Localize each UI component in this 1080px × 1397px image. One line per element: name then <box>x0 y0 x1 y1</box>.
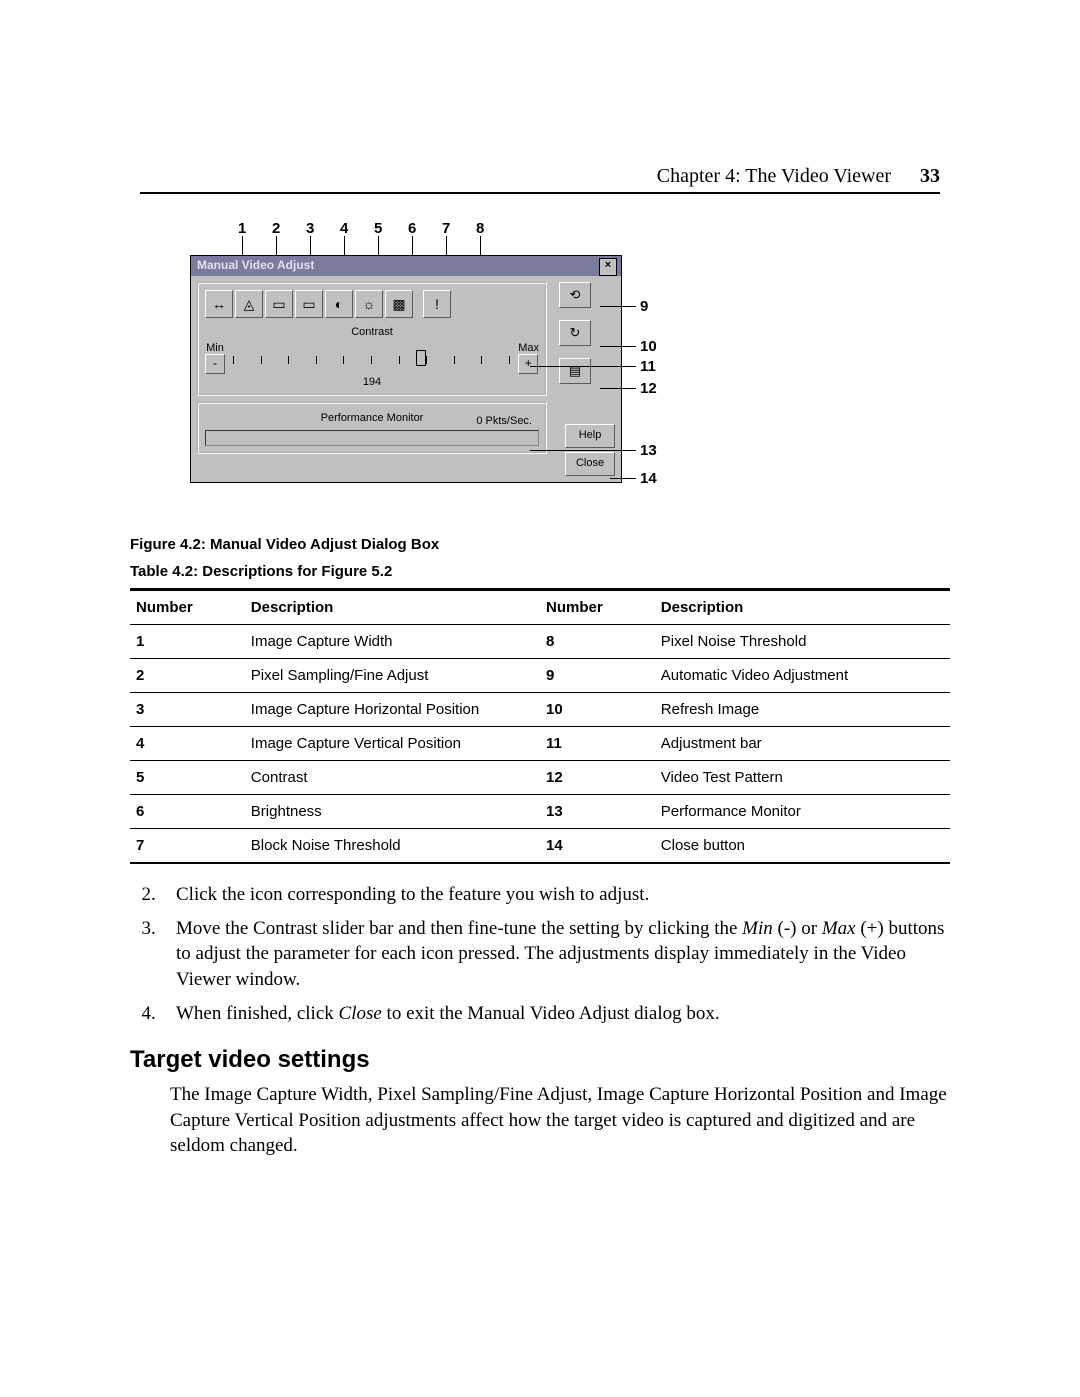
descriptions-table: Number Description Number Description 1I… <box>130 588 950 864</box>
table-row: 5Contrast12Video Test Pattern <box>130 761 950 795</box>
refresh-button[interactable]: ↻ <box>559 320 591 346</box>
th-desc2: Description <box>655 590 950 625</box>
vpos-icon[interactable]: ▭ <box>295 290 323 318</box>
table-row: 3Image Capture Horizontal Position10Refr… <box>130 693 950 727</box>
callout-line <box>610 478 636 479</box>
table-row: 7Block Noise Threshold14Close button <box>130 829 950 864</box>
callout-11: 11 <box>640 358 656 375</box>
header-rule <box>140 192 940 194</box>
callout-3: 3 <box>306 220 314 237</box>
performance-value: 0 Pkts/Sec. <box>476 415 532 427</box>
section-para: The Image Capture Width, Pixel Sampling/… <box>170 1082 950 1159</box>
callout-line <box>530 450 636 451</box>
pixel-noise-icon[interactable]: ! <box>423 290 451 318</box>
callout-13: 13 <box>640 442 657 459</box>
width-icon[interactable]: ↔ <box>205 290 233 318</box>
contrast-label: Contrast <box>205 326 539 338</box>
table-row: 1Image Capture Width8Pixel Noise Thresho… <box>130 625 950 659</box>
test-pattern-button[interactable]: ▤ <box>559 358 591 384</box>
brightness-icon[interactable]: ☼ <box>355 290 383 318</box>
slider-value: 194 <box>205 376 539 388</box>
page-number: 33 <box>920 165 940 187</box>
chapter-label: Chapter 4: The Video Viewer <box>657 165 891 187</box>
callout-14: 14 <box>640 470 657 487</box>
th-desc: Description <box>245 590 540 625</box>
instruction-list: Click the icon corresponding to the feat… <box>170 882 950 1026</box>
table-row: 4Image Capture Vertical Position11Adjust… <box>130 727 950 761</box>
step-2: Click the icon corresponding to the feat… <box>170 882 950 908</box>
fine-adjust-icon[interactable]: ◬ <box>235 290 263 318</box>
callout-2: 2 <box>272 220 280 237</box>
callout-9: 9 <box>640 298 648 315</box>
hpos-icon[interactable]: ▭ <box>265 290 293 318</box>
callout-1: 1 <box>238 220 246 237</box>
th-number: Number <box>130 590 245 625</box>
block-noise-icon[interactable]: ▩ <box>385 290 413 318</box>
max-button[interactable]: + <box>518 354 538 374</box>
callout-line <box>530 366 636 367</box>
callout-8: 8 <box>476 220 484 237</box>
callout-line <box>600 346 636 347</box>
contrast-icon[interactable]: ◐ <box>325 290 353 318</box>
callout-line <box>600 388 636 389</box>
th-number2: Number <box>540 590 655 625</box>
performance-panel: Performance Monitor 0 Pkts/Sec. <box>197 402 547 454</box>
slider-row: Min - Max + <box>205 342 539 374</box>
callout-5: 5 <box>374 220 382 237</box>
step-4: When finished, click Close to exit the M… <box>170 1001 950 1027</box>
callout-12: 12 <box>640 380 657 397</box>
max-label: Max <box>518 342 539 354</box>
section-heading: Target video settings <box>130 1046 950 1074</box>
table-row: 2Pixel Sampling/Fine Adjust9Automatic Vi… <box>130 659 950 693</box>
callout-7: 7 <box>442 220 450 237</box>
adjustment-bar[interactable] <box>233 348 510 368</box>
callout-6: 6 <box>408 220 416 237</box>
close-button[interactable]: Close <box>565 452 615 476</box>
dialog-titlebar: Manual Video Adjust × <box>191 256 621 276</box>
callout-10: 10 <box>640 338 657 355</box>
running-head: Chapter 4: The Video Viewer 33 <box>657 165 940 188</box>
callout-line <box>600 306 636 307</box>
callout-4: 4 <box>340 220 348 237</box>
slider-thumb[interactable] <box>416 350 426 366</box>
main-panel: ↔ ◬ ▭ ▭ ◐ ☼ ▩ ! Contrast Min <box>197 282 547 396</box>
min-button[interactable]: - <box>205 354 225 374</box>
table-row: 6Brightness13Performance Monitor <box>130 795 950 829</box>
manual-video-adjust-dialog: Manual Video Adjust × ↔ ◬ ▭ ▭ ◐ ☼ ▩ <box>190 255 622 483</box>
auto-adjust-button[interactable]: ⟲ <box>559 282 591 308</box>
dialog-title: Manual Video Adjust <box>197 258 314 272</box>
min-label: Min <box>205 342 225 354</box>
help-button[interactable]: Help <box>565 424 615 448</box>
close-icon[interactable]: × <box>599 258 617 276</box>
performance-bar: 0 Pkts/Sec. <box>205 430 539 446</box>
figure-area: 1 2 3 4 5 6 7 8 Manual Video Adjust × <box>130 220 950 520</box>
table-caption: Table 4.2: Descriptions for Figure 5.2 <box>130 563 950 580</box>
figure-caption: Figure 4.2: Manual Video Adjust Dialog B… <box>130 536 950 553</box>
step-3: Move the Contrast slider bar and then fi… <box>170 916 950 993</box>
toolbar: ↔ ◬ ▭ ▭ ◐ ☼ ▩ ! <box>205 290 539 318</box>
